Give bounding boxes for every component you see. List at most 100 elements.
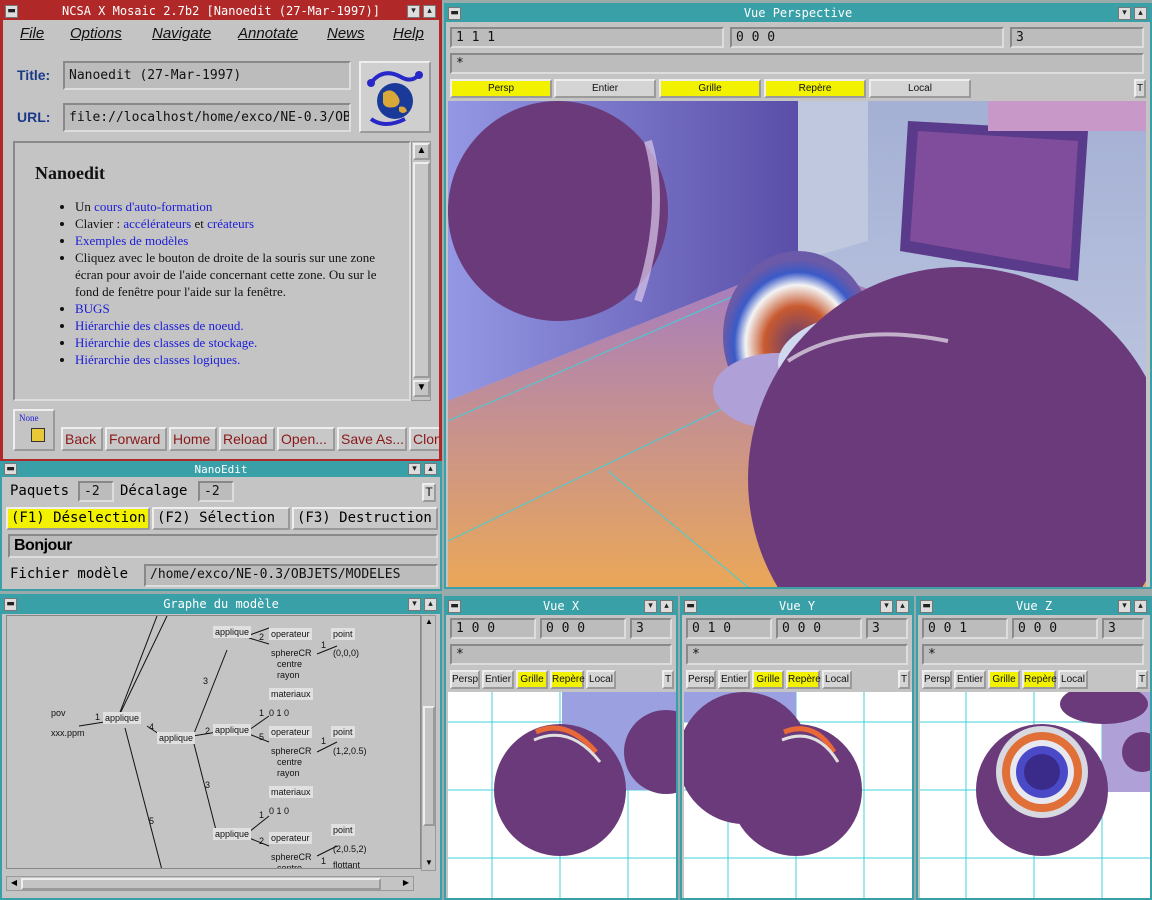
graph-node-applique[interactable]: applique: [157, 732, 196, 744]
home-button[interactable]: Home: [169, 427, 217, 451]
graph-node-operateur[interactable]: operateur: [269, 628, 312, 640]
view-y-t-button[interactable]: T: [898, 670, 910, 689]
graph-node-centre[interactable]: centre: [277, 757, 302, 768]
view-z-local-toggle[interactable]: Local: [1058, 670, 1088, 689]
view-x-local-toggle[interactable]: Local: [586, 670, 616, 689]
view-y-command-field[interactable]: *: [686, 644, 908, 665]
view-z-grille-toggle[interactable]: Grille: [988, 670, 1020, 689]
graph-node-rayon[interactable]: rayon: [277, 768, 300, 779]
persp-repere-toggle[interactable]: Repère: [764, 79, 866, 98]
nanoedit-titlebar[interactable]: ▬ NanoEdit ▾ ▴: [2, 463, 440, 477]
back-button[interactable]: Back: [61, 427, 103, 451]
view-z-t-button[interactable]: T: [1136, 670, 1148, 689]
scroll-thumb[interactable]: [413, 162, 430, 378]
view-y-direction-field[interactable]: 0 1 0: [686, 618, 772, 639]
view-y-grille-toggle[interactable]: Grille: [752, 670, 784, 689]
window-menu-icon[interactable]: ▬: [448, 7, 461, 20]
graph-canvas[interactable]: pov xxx.ppm 1 applique 4 applique appliq…: [6, 615, 421, 869]
graph-node-applique[interactable]: applique: [103, 712, 142, 724]
f3-destruction-button[interactable]: (F3) Destruction: [292, 507, 438, 530]
graph-node-val010[interactable]: 0 1 0: [269, 806, 289, 817]
graph-node-flottant[interactable]: flottant: [333, 860, 360, 868]
graph-node-materiaux[interactable]: materiaux: [269, 786, 313, 798]
minimize-icon[interactable]: ▾: [644, 600, 657, 613]
persp-persp-toggle[interactable]: Persp: [450, 79, 552, 98]
persp-center-field[interactable]: 0 0 0: [730, 27, 1004, 48]
graph-node-rayon[interactable]: rayon: [277, 670, 300, 681]
minimize-icon[interactable]: ▾: [880, 600, 893, 613]
graph-node-applique[interactable]: applique: [213, 724, 252, 736]
view-x-canvas[interactable]: [448, 692, 676, 898]
menu-options[interactable]: Options: [70, 25, 122, 42]
fichier-field[interactable]: /home/exco/NE-0.3/OBJETS/MODELES: [144, 564, 438, 587]
graph-node-val010[interactable]: 0 1 0: [269, 708, 289, 719]
view-x-grille-toggle[interactable]: Grille: [516, 670, 548, 689]
view-y-persp-toggle[interactable]: Persp: [686, 670, 716, 689]
menu-navigate[interactable]: Navigate: [152, 25, 211, 42]
scroll-thumb[interactable]: [423, 706, 435, 826]
scroll-down-icon[interactable]: ▼: [423, 858, 435, 870]
view-x-persp-toggle[interactable]: Persp: [450, 670, 480, 689]
minimize-icon[interactable]: ▾: [1118, 7, 1131, 20]
forward-button[interactable]: Forward: [105, 427, 167, 451]
maximize-icon[interactable]: ▴: [423, 5, 436, 18]
t-button[interactable]: T: [422, 483, 436, 502]
graph-node-pov[interactable]: pov: [51, 708, 66, 719]
link-stockage[interactable]: Hiérarchie des classes de stockage.: [75, 335, 257, 350]
view-x-center-field[interactable]: 0 0 0: [540, 618, 626, 639]
graph-node-point[interactable]: point: [331, 726, 355, 738]
graph-node-p120[interactable]: (1,2,0.5): [333, 746, 367, 757]
view-z-canvas[interactable]: [920, 692, 1150, 898]
persp-view-direction-field[interactable]: 1 1 1: [450, 27, 724, 48]
view-z-direction-field[interactable]: 0 0 1: [922, 618, 1008, 639]
menu-news[interactable]: News: [327, 25, 365, 42]
scroll-right-icon[interactable]: ▶: [400, 878, 412, 890]
persp-zoom-field[interactable]: 3: [1010, 27, 1144, 48]
window-menu-icon[interactable]: ▬: [920, 600, 933, 613]
scroll-up-icon[interactable]: ▲: [413, 143, 430, 160]
minimize-icon[interactable]: ▾: [407, 5, 420, 18]
scroll-down-icon[interactable]: ▼: [413, 380, 430, 397]
view-x-repere-toggle[interactable]: Repère: [550, 670, 585, 689]
view-z-repere-toggle[interactable]: Repère: [1022, 670, 1057, 689]
decalage-field[interactable]: -2: [198, 481, 234, 502]
graph-node-p000[interactable]: (0,0,0): [333, 648, 359, 659]
view-y-titlebar[interactable]: ▬ Vue Y ▾ ▴: [682, 598, 912, 615]
minimize-icon[interactable]: ▾: [1118, 600, 1131, 613]
view-z-zoom-field[interactable]: 3: [1102, 618, 1144, 639]
graph-node-xxx[interactable]: xxx.ppm: [51, 728, 85, 739]
link-createurs[interactable]: créateurs: [207, 216, 254, 231]
link-bugs[interactable]: BUGS: [75, 301, 110, 316]
view-y-center-field[interactable]: 0 0 0: [776, 618, 862, 639]
view-y-repere-toggle[interactable]: Repère: [786, 670, 821, 689]
maximize-icon[interactable]: ▴: [424, 463, 437, 475]
persp-local-toggle[interactable]: Local: [869, 79, 971, 98]
view-x-t-button[interactable]: T: [662, 670, 674, 689]
graph-node-centre[interactable]: centre: [277, 659, 302, 670]
view-y-local-toggle[interactable]: Local: [822, 670, 852, 689]
graph-node-sphere[interactable]: sphereCR: [271, 648, 312, 659]
maximize-icon[interactable]: ▴: [660, 600, 673, 613]
graph-node-p205[interactable]: (2,0.5,2): [333, 844, 367, 855]
link-noeud[interactable]: Hiérarchie des classes de noeud.: [75, 318, 244, 333]
f2-selection-button[interactable]: (F2) Sélection: [152, 507, 290, 530]
clone-button[interactable]: Clone: [409, 427, 439, 451]
link-exemples[interactable]: Exemples de modèles: [75, 233, 188, 248]
view-z-persp-toggle[interactable]: Persp: [922, 670, 952, 689]
view-y-zoom-field[interactable]: 3: [866, 618, 908, 639]
maximize-icon[interactable]: ▴: [1134, 7, 1147, 20]
link-accelerateurs[interactable]: accélérateurs: [123, 216, 191, 231]
persp-entier-toggle[interactable]: Entier: [554, 79, 656, 98]
minimize-icon[interactable]: ▾: [408, 598, 421, 611]
maximize-icon[interactable]: ▴: [1134, 600, 1147, 613]
view-x-command-field[interactable]: *: [450, 644, 672, 665]
menu-annotate[interactable]: Annotate: [238, 25, 298, 42]
persp-command-field[interactable]: *: [450, 53, 1144, 74]
window-menu-icon[interactable]: ▬: [4, 463, 17, 475]
graph-vscrollbar[interactable]: ▲ ▼: [421, 615, 436, 871]
view-z-entier-toggle[interactable]: Entier: [954, 670, 986, 689]
graph-node-sphere[interactable]: sphereCR: [271, 746, 312, 757]
security-indicator[interactable]: None: [13, 409, 55, 451]
scroll-up-icon[interactable]: ▲: [423, 617, 435, 629]
window-menu-icon[interactable]: ▬: [5, 5, 18, 18]
